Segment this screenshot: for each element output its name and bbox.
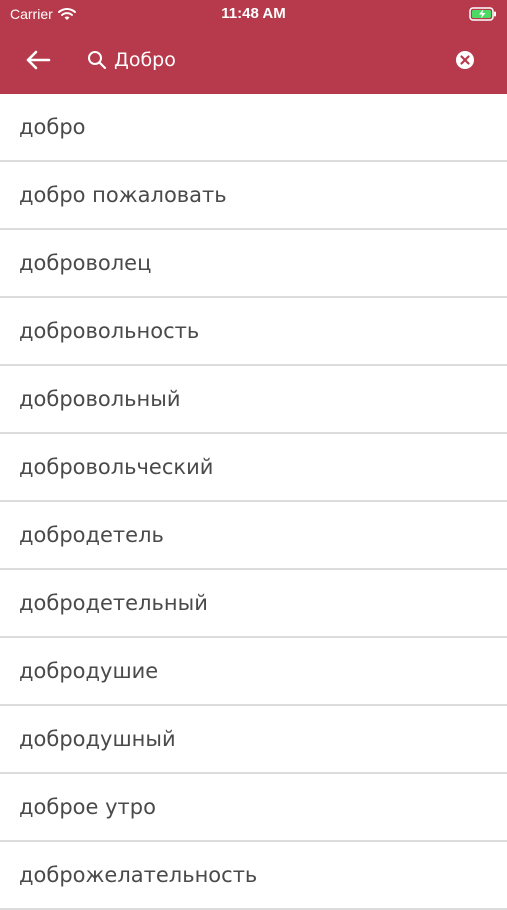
result-item[interactable]: доброволец [0, 230, 507, 298]
result-item[interactable]: добродушие [0, 638, 507, 706]
result-item[interactable]: добро [0, 94, 507, 162]
status-time: 11:48 AM [221, 5, 286, 22]
carrier-label: Carrier [10, 6, 53, 22]
search-field [86, 44, 426, 76]
arrow-left-icon [26, 50, 51, 70]
result-item[interactable]: добро пожаловать [0, 162, 507, 230]
result-item[interactable]: добродетель [0, 502, 507, 570]
clear-search-icon[interactable] [454, 49, 476, 71]
result-item[interactable]: доброе утро [0, 774, 507, 842]
result-item[interactable]: добровольность [0, 298, 507, 366]
app-header: Carrier 11:48 AM [0, 0, 507, 94]
search-results-list: добро добро пожаловать доброволец добров… [0, 94, 507, 910]
battery-charging-icon [469, 7, 496, 21]
search-bar [0, 28, 507, 94]
result-item[interactable]: добродетельный [0, 570, 507, 638]
result-item[interactable]: добродушный [0, 706, 507, 774]
carrier-info: Carrier [10, 6, 76, 22]
status-bar: Carrier 11:48 AM [0, 0, 507, 28]
back-button[interactable] [22, 46, 54, 74]
result-item[interactable]: добровольный [0, 366, 507, 434]
wifi-icon [57, 8, 76, 20]
search-icon [86, 49, 108, 71]
search-input[interactable] [114, 49, 414, 71]
result-item[interactable]: добровольческий [0, 434, 507, 502]
